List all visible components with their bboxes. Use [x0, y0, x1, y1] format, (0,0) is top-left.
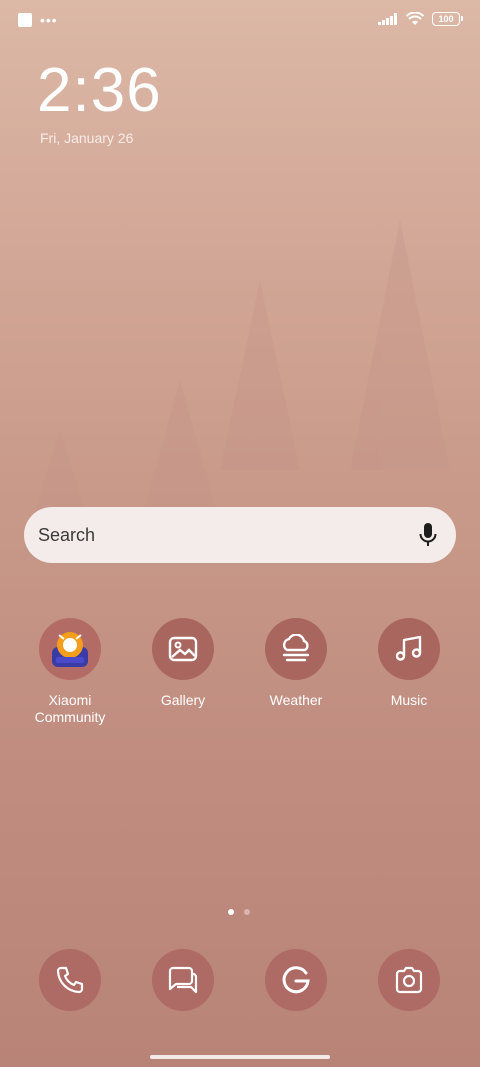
date: Fri, January 26 — [40, 130, 134, 146]
app-weather[interactable]: Weather — [241, 618, 351, 709]
page-dot[interactable] — [244, 909, 250, 915]
camera-icon — [395, 966, 423, 994]
signal-icon — [378, 13, 397, 25]
search-bar[interactable]: Search — [24, 507, 456, 563]
app-label: Gallery — [160, 692, 206, 708]
gallery-icon — [152, 618, 214, 680]
phone-icon — [56, 966, 84, 994]
weather-icon — [265, 618, 327, 680]
dock-messages[interactable] — [152, 949, 214, 1011]
more-notifications-icon: ••• — [40, 12, 58, 28]
page-dot-active — [228, 909, 234, 915]
dock-phone[interactable] — [39, 949, 101, 1011]
app-label: Music — [390, 692, 428, 708]
status-bar-left: ••• — [18, 13, 58, 27]
app-label: Xiaomi Community — [34, 692, 106, 725]
wifi-icon — [406, 12, 424, 25]
status-bar-right: 100 — [378, 12, 463, 26]
notification-icon — [18, 13, 32, 27]
search-placeholder: Search — [38, 524, 96, 545]
messages-icon — [168, 966, 198, 994]
app-label: Weather — [269, 692, 323, 708]
battery-icon: 100 — [432, 12, 463, 26]
music-icon — [378, 618, 440, 680]
microphone-icon[interactable] — [418, 522, 438, 548]
clock: 2:36 — [37, 56, 162, 125]
app-xiaomi-community[interactable]: Xiaomi Community — [15, 618, 125, 726]
dock-camera[interactable] — [378, 949, 440, 1011]
page-indicator — [228, 909, 250, 915]
dock-google[interactable] — [265, 949, 327, 1011]
app-gallery[interactable]: Gallery — [128, 618, 238, 709]
google-icon — [282, 966, 310, 994]
home-indicator[interactable] — [150, 1055, 330, 1059]
xiaomi-community-icon — [39, 618, 101, 680]
app-music[interactable]: Music — [354, 618, 464, 709]
battery-level: 100 — [438, 14, 454, 24]
